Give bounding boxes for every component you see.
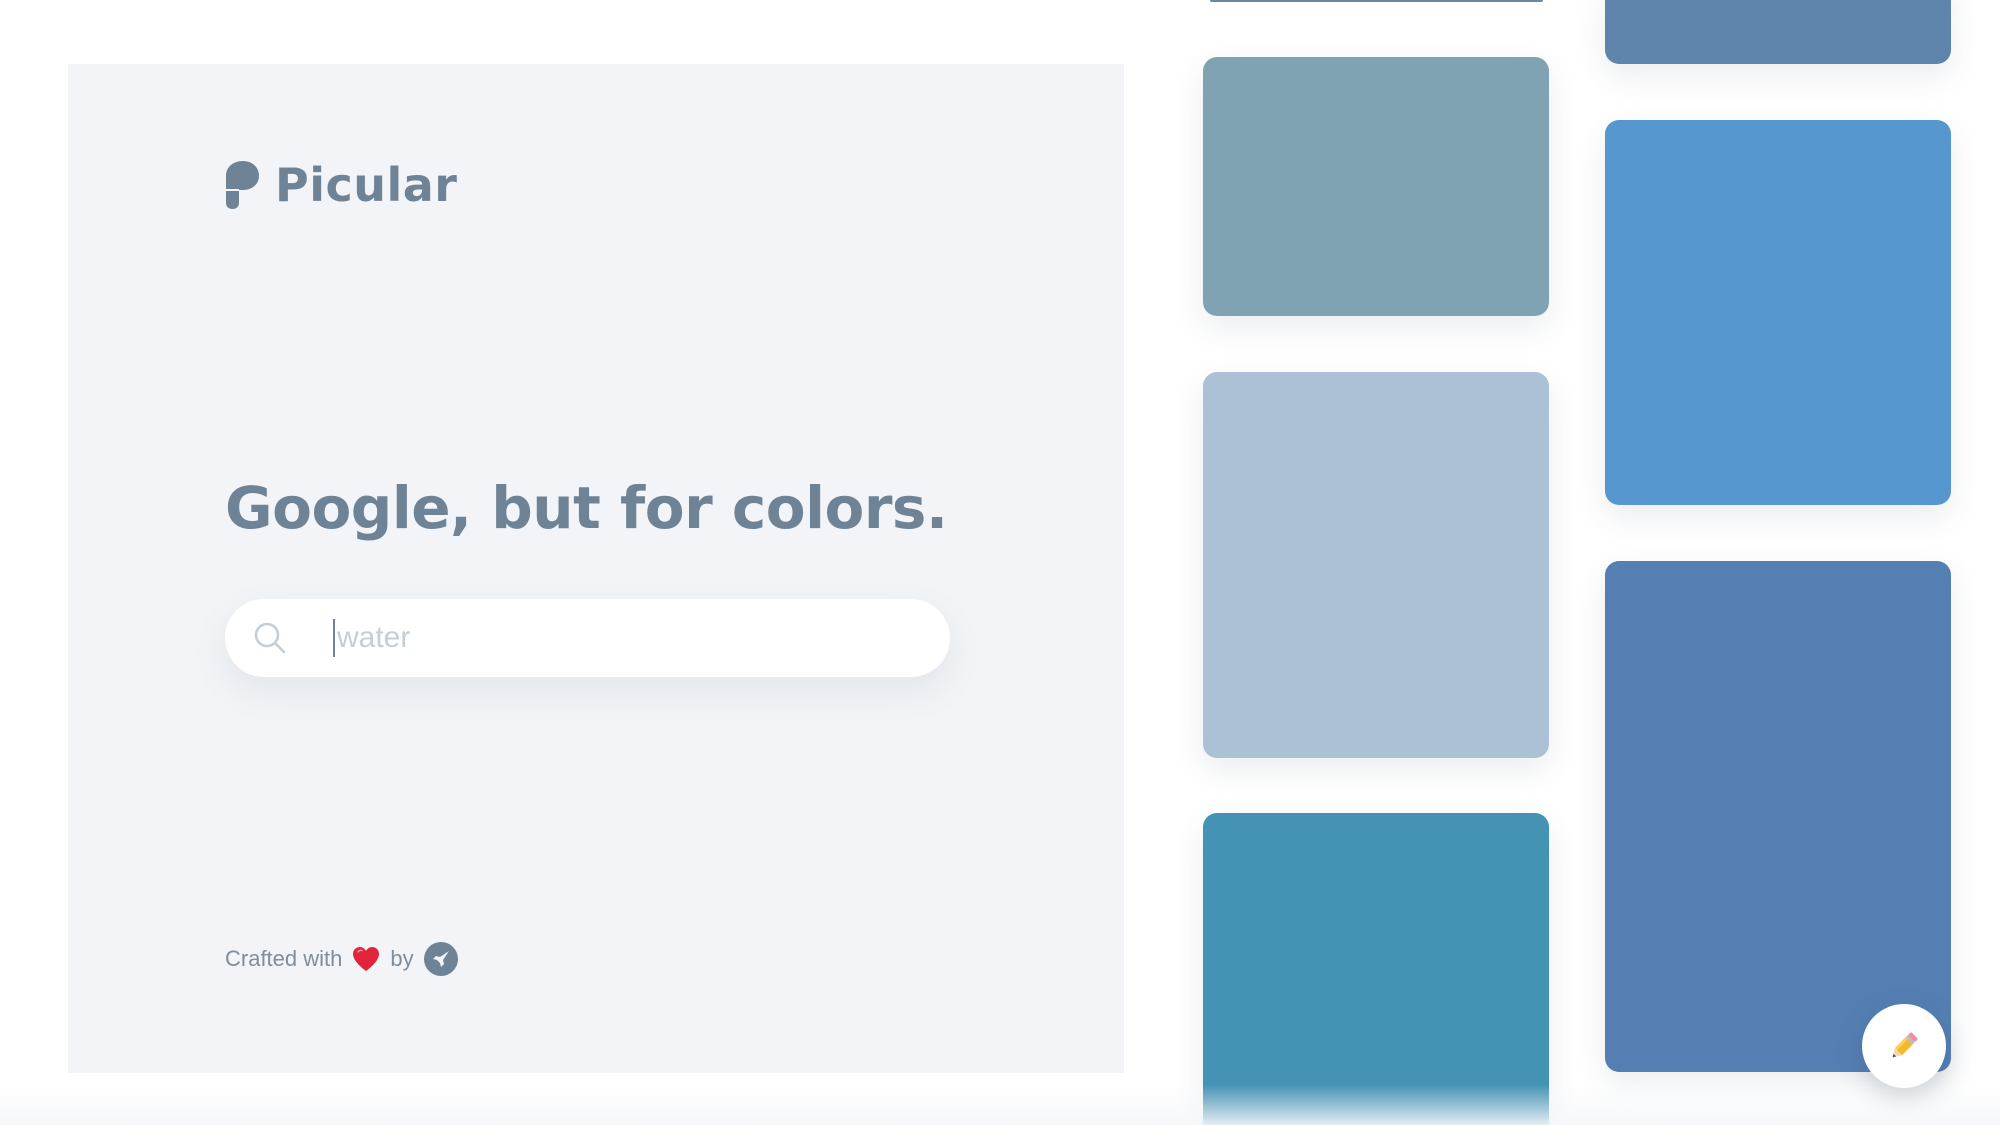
- color-tile-5[interactable]: [1605, 561, 1951, 1072]
- search-input[interactable]: [333, 619, 897, 657]
- picular-logo-icon: [226, 161, 259, 209]
- color-tile-2[interactable]: [1203, 57, 1549, 316]
- heart-icon: [353, 947, 380, 971]
- color-tile-3[interactable]: [1605, 120, 1951, 505]
- crafted-with-text: Crafted with: [225, 946, 343, 971]
- pencil-icon: [1892, 1032, 1918, 1058]
- brand-name: Picular: [275, 158, 458, 212]
- hero-panel: Picular Google, but for colors. Crafted …: [68, 64, 1124, 1073]
- color-tile-1[interactable]: [1605, 0, 1951, 64]
- color-tile-edge: [1210, 0, 1543, 2]
- by-text: by: [390, 946, 414, 971]
- brand-logo[interactable]: Picular: [225, 158, 458, 212]
- color-tile-6[interactable]: [1203, 813, 1549, 1125]
- picular-page: Picular Google, but for colors. Crafted …: [0, 0, 2000, 1125]
- color-tile-4[interactable]: [1203, 372, 1549, 758]
- maker-link[interactable]: [423, 942, 458, 976]
- search-icon: [254, 622, 286, 654]
- crafted-credit: Crafted with by: [225, 942, 458, 976]
- search-bar[interactable]: [225, 599, 950, 677]
- edit-fab-button[interactable]: [1862, 1004, 1946, 1088]
- rocket-icon: [432, 951, 449, 967]
- page-headline: Google, but for colors.: [225, 474, 948, 542]
- bottom-fade: [0, 1085, 2000, 1125]
